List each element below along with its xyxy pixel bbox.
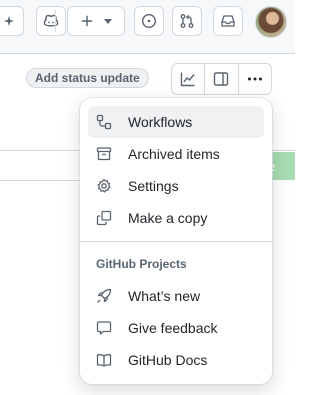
menu-item-label: Archived items <box>128 146 220 162</box>
copilot-icon <box>43 13 59 29</box>
menu-item-label: Settings <box>128 178 179 194</box>
kebab-horizontal-icon <box>247 77 263 81</box>
archive-icon <box>96 146 112 162</box>
side-panel-button[interactable] <box>205 64 239 94</box>
menu-item-label: Give feedback <box>128 320 218 336</box>
plus-icon <box>80 14 94 28</box>
menu-item-label: What’s new <box>128 288 201 304</box>
issue-circle-icon <box>141 13 157 29</box>
insights-button[interactable] <box>172 64 206 94</box>
menu-item-make-a-copy[interactable]: Make a copy <box>88 202 264 234</box>
gear-icon <box>96 178 112 194</box>
sparkle-icon <box>3 15 15 27</box>
menu-item-github-docs[interactable]: GitHub Docs <box>88 344 264 376</box>
copilot-button[interactable] <box>36 6 66 36</box>
rocket-icon <box>96 288 112 304</box>
status-update-label: Add status update <box>35 71 140 85</box>
graph-icon <box>180 71 196 87</box>
pull-requests-button[interactable] <box>172 6 202 36</box>
comment-icon <box>96 320 112 336</box>
add-status-update-button[interactable]: Add status update <box>26 68 149 88</box>
view-options-group <box>171 63 272 95</box>
sidebar-panel-icon <box>213 71 229 87</box>
top-header <box>0 0 295 54</box>
issues-button[interactable] <box>134 6 164 36</box>
menu-item-label: Make a copy <box>128 210 208 226</box>
more-options-button[interactable] <box>239 64 271 94</box>
menu-item-label: Workflows <box>128 114 193 130</box>
menu-group-header: GitHub Projects <box>96 257 187 271</box>
inbox-icon <box>220 13 236 29</box>
sparkle-button[interactable] <box>0 6 24 36</box>
book-icon <box>96 352 112 368</box>
more-options-menu: Workflows Archived items Settings Make a… <box>80 98 272 384</box>
menu-item-give-feedback[interactable]: Give feedback <box>88 312 264 344</box>
divider <box>55 10 56 32</box>
avatar[interactable] <box>255 6 287 38</box>
menu-item-workflows[interactable]: Workflows <box>88 106 264 138</box>
workflow-icon <box>96 114 112 130</box>
menu-divider <box>80 241 272 242</box>
create-new-button[interactable] <box>67 6 125 36</box>
pull-request-icon <box>179 13 195 29</box>
menu-item-label: GitHub Docs <box>128 352 208 368</box>
divider <box>0 180 90 181</box>
inbox-button[interactable] <box>213 6 243 36</box>
triangle-down-icon <box>104 18 112 24</box>
menu-item-settings[interactable]: Settings <box>88 170 264 202</box>
menu-item-archived-items[interactable]: Archived items <box>88 138 264 170</box>
copy-icon <box>96 210 112 226</box>
menu-item-whats-new[interactable]: What’s new <box>88 280 264 312</box>
